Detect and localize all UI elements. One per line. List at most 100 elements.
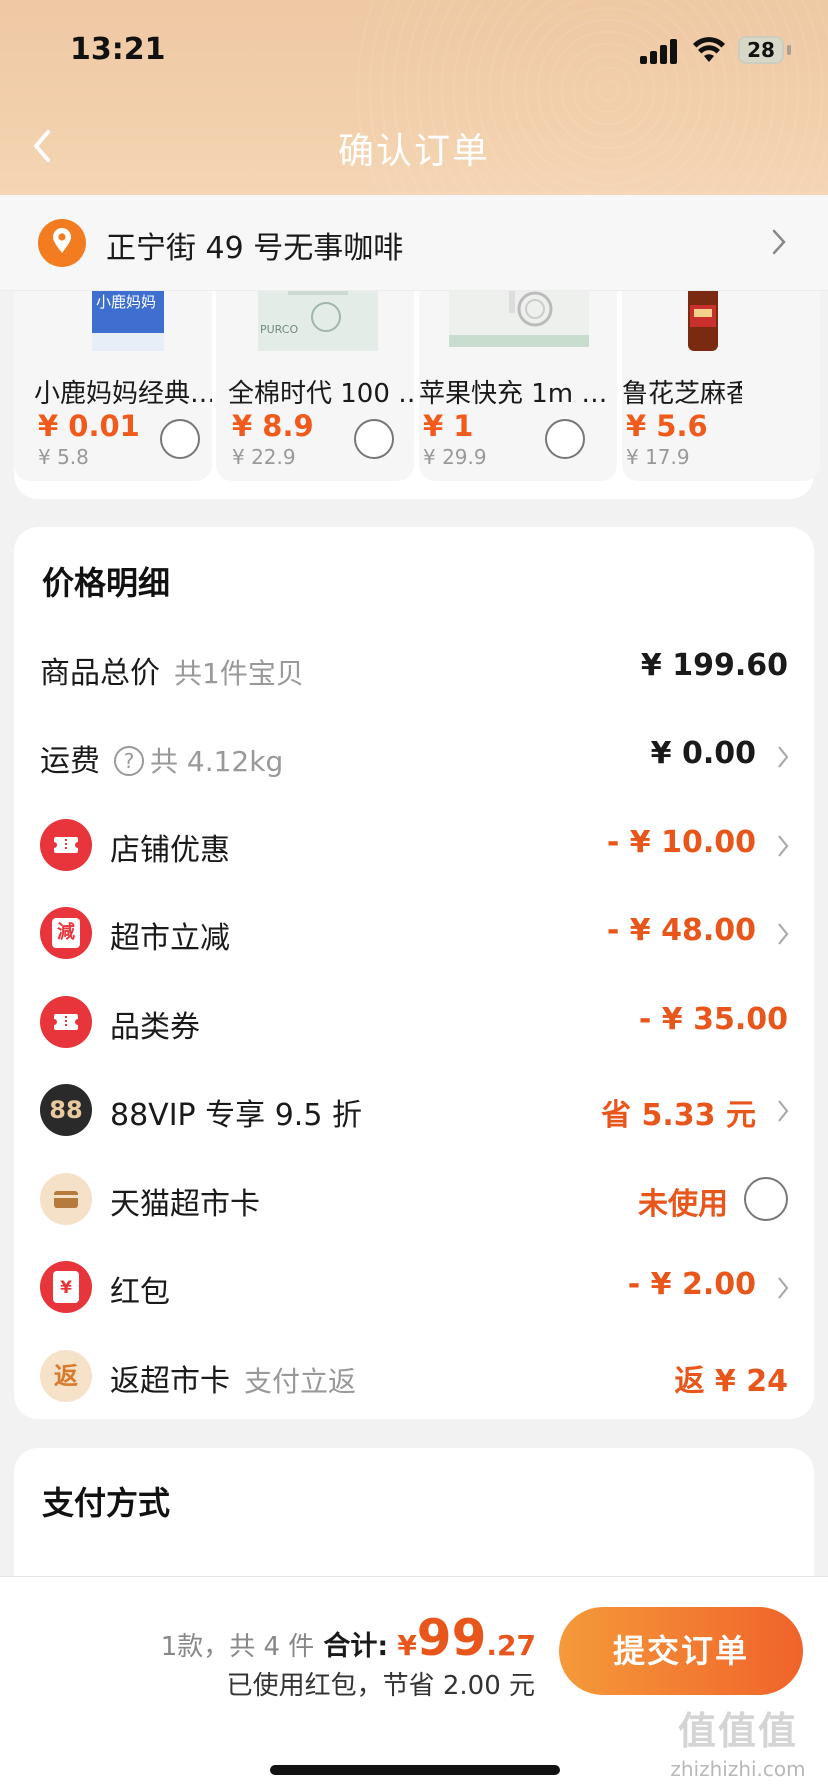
status-time: 13:21 xyxy=(70,32,166,67)
signal-icon xyxy=(640,38,680,64)
product-original-price: ¥ 22.9 xyxy=(232,445,296,469)
total-currency: ¥ xyxy=(397,1629,417,1662)
total-line: 1款，共 4 件 合计: ¥99.27 xyxy=(161,1609,536,1667)
row-label: 店铺优惠 xyxy=(110,833,230,868)
row-value: 省 5.33 元 xyxy=(601,1098,756,1133)
price-row-tmall-card[interactable]: 天猫超市卡 未使用 xyxy=(0,1165,828,1235)
price-row-shipping[interactable]: 运费? 共 4.12kg ¥ 0.00 xyxy=(0,722,828,792)
address-text: 正宁街 49 号无事咖啡 xyxy=(106,231,404,266)
cashback-icon: 返 xyxy=(40,1350,92,1402)
coupon-icon xyxy=(40,996,92,1048)
row-label: 返超市卡 支付立返 xyxy=(110,1356,356,1400)
chevron-right-icon xyxy=(778,835,789,857)
order-confirm-page: 13:21 28 确认订单 正宁街 49 号无事咖啡 小鹿妈妈 小鹿妈妈经典… … xyxy=(0,0,828,1792)
coupon-icon xyxy=(40,819,92,871)
product-select-radio[interactable] xyxy=(354,419,394,459)
home-indicator[interactable] xyxy=(270,1765,560,1775)
price-row-category-coupon: 品类券 - ¥ 35.00 xyxy=(0,988,828,1058)
red-packet-icon: ¥ xyxy=(40,1261,92,1313)
price-row-red-packet[interactable]: ¥ 红包 - ¥ 2.00 xyxy=(0,1253,828,1323)
product-name: 鲁花芝麻香 xyxy=(622,379,742,409)
chevron-right-icon xyxy=(772,229,786,255)
row-sub: 支付立返 xyxy=(244,1365,357,1398)
row-label-text: 运费 xyxy=(40,744,100,779)
row-value: - ¥ 10.00 xyxy=(606,825,756,860)
price-row-supermarket-discount[interactable]: 減 超市立减 - ¥ 48.00 xyxy=(0,899,828,969)
product-image xyxy=(688,291,718,351)
row-value: - ¥ 2.00 xyxy=(627,1267,756,1302)
product-item[interactable]: PURCO 全棉时代 100 … ¥ 8.9 ¥ 22.9 xyxy=(216,291,414,481)
product-item[interactable]: 苹果快充 1m … ¥ 1 ¥ 29.9 xyxy=(419,291,617,481)
product-image-text: 小鹿妈妈 xyxy=(96,293,156,311)
total-integer: 99 xyxy=(416,1609,487,1667)
watermark: 值值值 zhizhizhi.com xyxy=(650,1700,826,1781)
row-value: ¥ 0.00 xyxy=(650,736,756,771)
product-price: ¥ 1 xyxy=(423,409,474,443)
row-label: 商品总价 共1件宝贝 xyxy=(40,648,304,692)
product-image xyxy=(449,291,589,347)
price-detail-title: 价格明细 xyxy=(42,564,171,602)
row-label: 红包 xyxy=(110,1275,170,1310)
product-item[interactable]: 鲁花芝麻香 ¥ 5.6 ¥ 17.9 xyxy=(622,291,820,481)
total-label: 合计: xyxy=(323,1631,389,1662)
row-label: 超市立减 xyxy=(110,921,230,956)
location-icon xyxy=(38,219,86,267)
wifi-icon xyxy=(693,37,725,62)
saved-text: 已使用红包，节省 2.00 元 xyxy=(226,1671,535,1701)
row-value: 返 ¥ 24 xyxy=(674,1364,788,1399)
payment-title: 支付方式 xyxy=(42,1484,171,1522)
product-item[interactable]: 小鹿妈妈 小鹿妈妈经典… ¥ 0.01 ¥ 5.8 xyxy=(14,291,212,481)
total-decimal: .27 xyxy=(486,1629,536,1662)
chevron-right-icon xyxy=(778,1100,789,1122)
chevron-right-icon xyxy=(778,923,789,945)
price-row-88vip[interactable]: 88 88VIP 专享 9.5 折 省 5.33 元 xyxy=(0,1076,828,1146)
battery-cap xyxy=(787,45,791,55)
discount-icon-text: 減 xyxy=(52,918,80,948)
product-price: ¥ 5.6 xyxy=(626,409,708,443)
help-icon[interactable]: ? xyxy=(114,746,144,776)
row-label: 天猫超市卡 xyxy=(110,1187,260,1222)
row-label: 88VIP 专享 9.5 折 xyxy=(110,1098,362,1133)
submit-order-button[interactable]: 提交订单 xyxy=(559,1607,803,1695)
product-name: 苹果快充 1m … xyxy=(419,379,605,409)
product-select-radio[interactable] xyxy=(160,419,200,459)
row-value: 未使用 xyxy=(638,1187,728,1222)
item-count: 1款，共 4 件 xyxy=(160,1632,315,1662)
product-list[interactable]: 小鹿妈妈 小鹿妈妈经典… ¥ 0.01 ¥ 5.8 PURCO 全棉时代 100… xyxy=(14,291,828,481)
product-original-price: ¥ 17.9 xyxy=(626,445,690,469)
header: 13:21 28 确认订单 xyxy=(0,0,828,300)
red-packet-icon-text: ¥ xyxy=(53,1271,79,1303)
watermark-url: zhizhizhi.com xyxy=(670,1757,806,1781)
battery-icon: 28 xyxy=(738,36,784,64)
product-name: 全棉时代 100 … xyxy=(228,379,414,409)
product-select-radio[interactable] xyxy=(545,419,585,459)
vip-88-icon: 88 xyxy=(40,1084,92,1136)
row-sub: 共 4.12kg xyxy=(150,745,284,778)
row-value: - ¥ 35.00 xyxy=(638,1002,788,1037)
product-price: ¥ 0.01 xyxy=(38,409,140,443)
product-image: 小鹿妈妈 xyxy=(92,291,164,351)
page-title: 确认订单 xyxy=(337,131,490,172)
chevron-right-icon xyxy=(778,746,789,768)
chevron-right-icon xyxy=(778,1277,789,1299)
tmall-card-radio[interactable] xyxy=(744,1177,788,1221)
discount-icon: 減 xyxy=(40,907,92,959)
watermark-logo: 值值值 xyxy=(677,1709,798,1753)
row-label-text: 商品总价 xyxy=(40,656,160,691)
row-label: 运费? 共 4.12kg xyxy=(40,736,283,780)
product-image-text: PURCO xyxy=(260,323,298,336)
product-image: PURCO xyxy=(258,291,378,351)
row-label-text: 返超市卡 xyxy=(110,1364,230,1399)
product-original-price: ¥ 5.8 xyxy=(38,445,89,469)
price-row-store-discount[interactable]: 店铺优惠 - ¥ 10.00 xyxy=(0,811,828,881)
row-value: ¥ 199.60 xyxy=(640,648,788,683)
product-original-price: ¥ 29.9 xyxy=(423,445,487,469)
row-label: 品类券 xyxy=(110,1010,200,1045)
price-row-goods-total: 商品总价 共1件宝贝 ¥ 199.60 xyxy=(0,634,828,704)
row-sub: 共1件宝贝 xyxy=(174,657,304,690)
address-bar[interactable]: 正宁街 49 号无事咖啡 xyxy=(0,195,828,291)
product-name: 小鹿妈妈经典… xyxy=(34,379,212,409)
card-icon xyxy=(40,1173,92,1225)
product-price: ¥ 8.9 xyxy=(232,409,314,443)
price-row-cashback-card: 返 返超市卡 支付立返 返 ¥ 24 xyxy=(0,1342,828,1412)
